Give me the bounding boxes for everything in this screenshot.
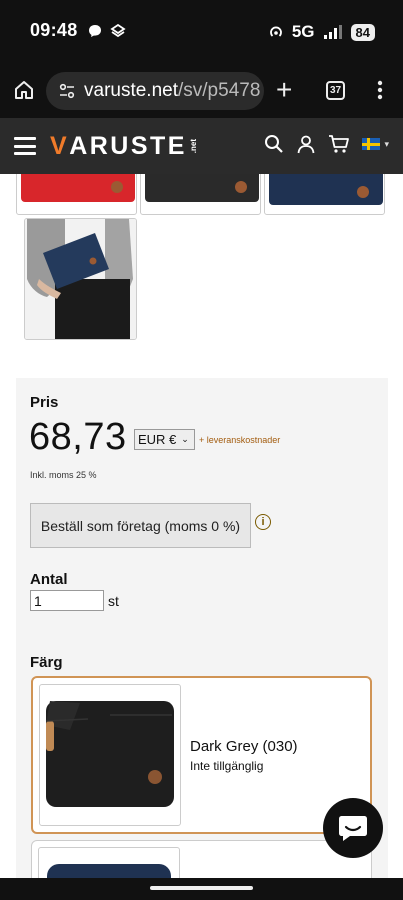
tabs-button[interactable]: 37 — [326, 81, 345, 100]
gesture-handle[interactable] — [150, 886, 253, 890]
home-icon[interactable] — [12, 78, 36, 102]
url-text: varuste.net/sv/p5478 — [84, 80, 261, 101]
site-logo[interactable]: V ARUSTE .net — [50, 132, 198, 161]
quantity-input[interactable] — [30, 590, 104, 611]
system-nav-bar — [0, 878, 403, 900]
address-bar[interactable]: varuste.net/sv/p5478 — [46, 72, 264, 110]
hamburger-icon[interactable] — [14, 137, 36, 155]
thumbnail-navy[interactable] — [264, 174, 385, 215]
site-header: V ARUSTE .net ▾ — [0, 118, 403, 174]
price-label: Pris — [30, 394, 59, 411]
status-notification-icons — [88, 24, 126, 38]
cart-icon[interactable] — [328, 134, 350, 154]
chevron-down-icon: ⌄ — [181, 434, 189, 444]
sweden-flag-icon[interactable] — [362, 138, 381, 150]
page-content: Pris 68,73 EUR € ⌄ + leveranskostnader I… — [0, 174, 403, 878]
layers-notification-icon — [110, 24, 126, 38]
header-icons: ▾ — [264, 134, 389, 154]
price-panel: Pris 68,73 EUR € ⌄ + leveranskostnader I… — [16, 378, 388, 878]
status-right: 5G 84 — [268, 22, 375, 42]
currency-value: EUR € — [138, 432, 177, 447]
color-option-image — [39, 684, 181, 826]
search-icon[interactable] — [264, 134, 284, 154]
color-label: Färg — [30, 654, 63, 671]
shipping-cost-link[interactable]: + leveranskostnader — [199, 435, 280, 445]
company-order-button[interactable]: Beställ som företag (moms 0 %) — [30, 503, 251, 548]
status-bar: 09:48 5G 84 — [0, 0, 403, 64]
color-option-navy[interactable] — [31, 840, 372, 878]
signal-icon — [323, 25, 342, 39]
info-icon[interactable]: i — [255, 514, 271, 530]
new-tab-button[interactable]: + — [276, 76, 292, 104]
tab-count: 37 — [329, 85, 342, 96]
quantity-unit: st — [108, 593, 119, 609]
color-option-dark-grey[interactable]: Dark Grey (030) Inte tillgänglig — [31, 676, 372, 834]
thumbnail-black[interactable] — [140, 174, 261, 215]
chevron-down-icon[interactable]: ▾ — [384, 139, 389, 150]
price-value: 68,73 — [29, 416, 127, 458]
quantity-label: Antal — [30, 571, 68, 588]
battery-indicator: 84 — [350, 23, 375, 41]
more-vert-icon[interactable] — [374, 78, 386, 102]
browser-toolbar: varuste.net/sv/p5478 + 37 — [0, 64, 403, 118]
status-time: 09:48 — [30, 20, 78, 40]
chat-button[interactable] — [323, 798, 383, 858]
chat-notification-icon — [89, 25, 101, 37]
account-icon[interactable] — [296, 134, 316, 154]
thumbnail-model[interactable] — [24, 218, 137, 340]
hotspot-icon — [269, 26, 282, 37]
chat-icon — [339, 816, 367, 841]
thumbnail-red[interactable] — [16, 174, 137, 215]
vat-note: Inkl. moms 25 % — [30, 470, 97, 480]
network-type: 5G — [291, 22, 315, 41]
currency-select[interactable]: EUR € ⌄ — [134, 429, 195, 450]
color-option-name: Dark Grey (030) — [190, 738, 298, 755]
site-info-icon[interactable] — [58, 82, 76, 100]
color-option-availability: Inte tillgänglig — [190, 759, 264, 773]
color-option-image — [38, 847, 180, 878]
